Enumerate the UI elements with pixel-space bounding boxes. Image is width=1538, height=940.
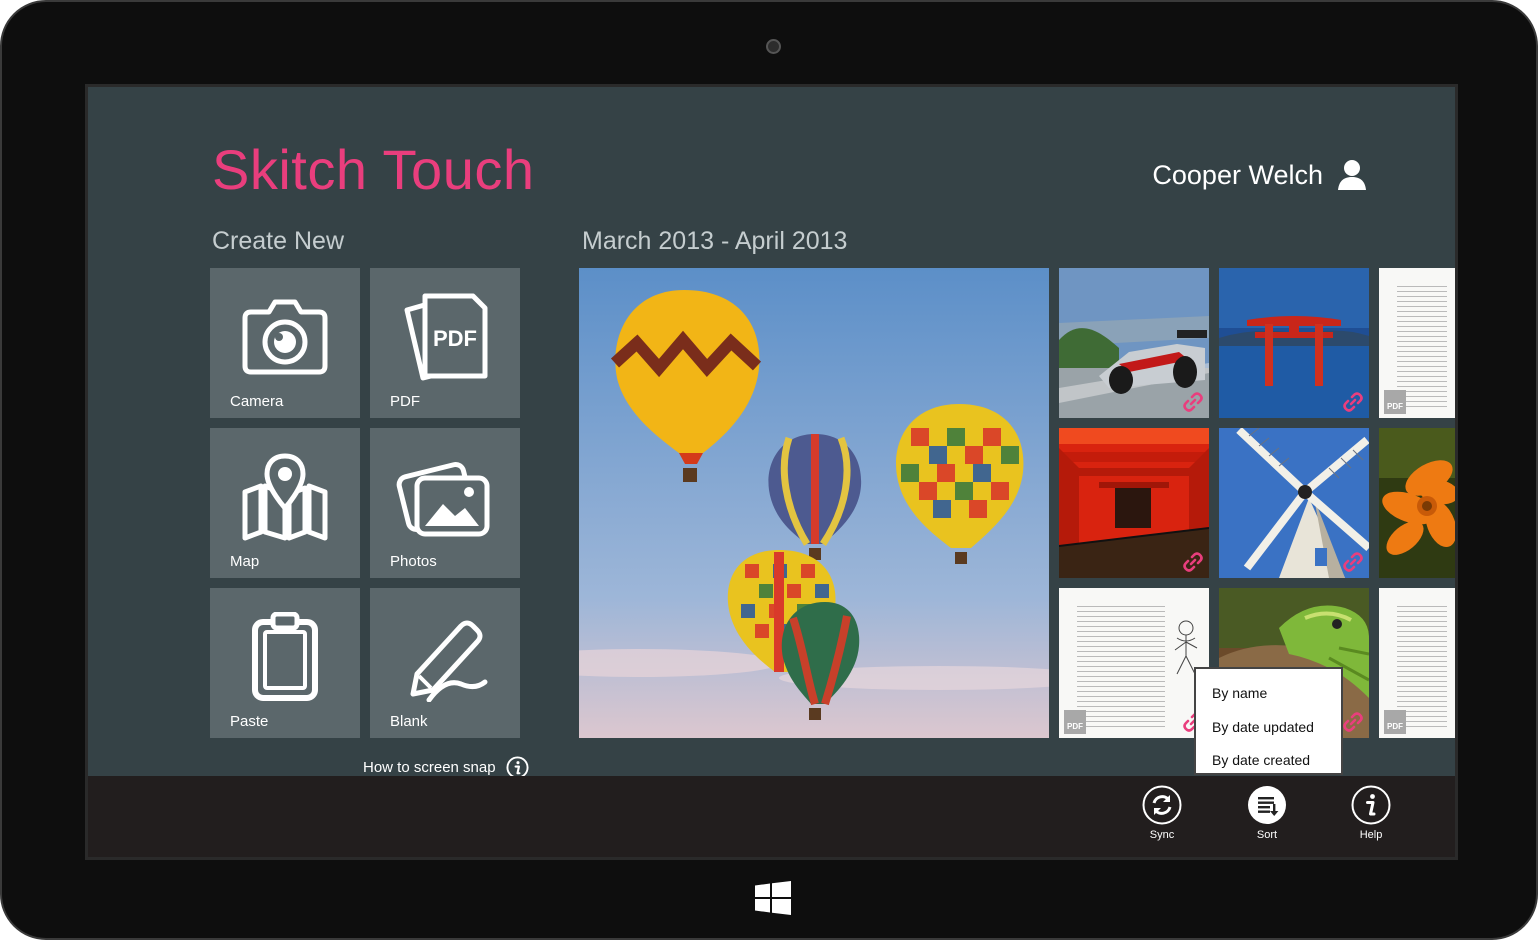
pdf-file-icon: PDF — [1384, 710, 1406, 734]
camera-tile[interactable]: Camera — [210, 268, 360, 418]
link-icon — [1343, 392, 1363, 412]
create-new-heading: Create New — [212, 227, 344, 255]
balloons-image — [579, 268, 1049, 738]
sort-by-date-created-option[interactable]: By date created — [1196, 744, 1341, 778]
help-label: Help — [1359, 829, 1383, 841]
map-icon — [242, 453, 328, 541]
sync-icon — [1142, 785, 1182, 825]
app-title: Skitch Touch — [212, 138, 535, 201]
photos-tile[interactable]: Photos — [370, 428, 520, 578]
pdf-icon: PDF — [404, 293, 488, 381]
blank-tile[interactable]: Blank — [370, 588, 520, 738]
screen-snap-label: How to screen snap — [363, 759, 496, 776]
photo-red-torii-tunnel[interactable] — [1059, 428, 1209, 578]
camera-tile-label: Camera — [230, 393, 284, 410]
map-tile-label: Map — [230, 553, 260, 570]
pen-icon — [410, 620, 488, 702]
link-icon — [1183, 552, 1203, 572]
user-icon — [1338, 160, 1366, 190]
pdf-file-icon: PDF — [1384, 390, 1406, 414]
pdf-document-2[interactable]: PDF — [1059, 588, 1209, 738]
app-bar: Sync Sort Help — [88, 776, 1455, 857]
user-account[interactable]: Cooper Welch — [1152, 159, 1367, 191]
link-icon — [1343, 712, 1363, 732]
pdf-document-3[interactable]: PDF — [1379, 588, 1455, 738]
clipboard-icon — [252, 612, 318, 701]
front-camera — [766, 39, 781, 54]
blank-tile-label: Blank — [390, 713, 428, 730]
app-screen: Skitch Touch Cooper Welch Create New Mar… — [85, 84, 1458, 860]
photo-windmill[interactable] — [1219, 428, 1369, 578]
photos-icon — [396, 462, 490, 537]
sync-button[interactable]: Sync — [1127, 785, 1197, 841]
paste-tile-label: Paste — [230, 713, 269, 730]
sort-label: Sort — [1256, 829, 1278, 841]
info-icon — [1351, 785, 1391, 825]
orange-flower-image — [1379, 428, 1455, 578]
sort-button[interactable]: Sort — [1232, 785, 1302, 841]
user-name: Cooper Welch — [1152, 159, 1323, 190]
help-button[interactable]: Help — [1336, 785, 1406, 841]
link-icon — [1183, 392, 1203, 412]
pdf-icon-text: PDF — [433, 326, 477, 351]
photo-balloons[interactable] — [579, 268, 1049, 738]
pdf-tile[interactable]: PDF PDF — [370, 268, 520, 418]
windows-logo-icon[interactable] — [755, 881, 791, 915]
sort-menu: By name By date updated By date created — [1194, 667, 1343, 775]
sort-by-name-option[interactable]: By name — [1196, 677, 1341, 711]
paste-tile[interactable]: Paste — [210, 588, 360, 738]
camera-icon — [242, 299, 328, 375]
document-text-lines — [1077, 606, 1165, 730]
link-icon — [1343, 552, 1363, 572]
sync-label: Sync — [1149, 829, 1175, 841]
photo-torii-gate[interactable] — [1219, 268, 1369, 418]
photos-tile-label: Photos — [390, 553, 437, 570]
sort-icon — [1248, 786, 1286, 824]
photo-orange-flower[interactable] — [1379, 428, 1455, 578]
tablet-frame: Skitch Touch Cooper Welch Create New Mar… — [0, 0, 1538, 940]
pdf-file-icon: PDF — [1064, 710, 1086, 734]
pdf-tile-label: PDF — [390, 393, 420, 410]
pdf-document-1[interactable]: PDF — [1379, 268, 1455, 418]
sort-by-date-updated-option[interactable]: By date updated — [1196, 711, 1341, 745]
map-tile[interactable]: Map — [210, 428, 360, 578]
gallery-date-heading: March 2013 - April 2013 — [582, 227, 848, 255]
photo-race-car[interactable] — [1059, 268, 1209, 418]
